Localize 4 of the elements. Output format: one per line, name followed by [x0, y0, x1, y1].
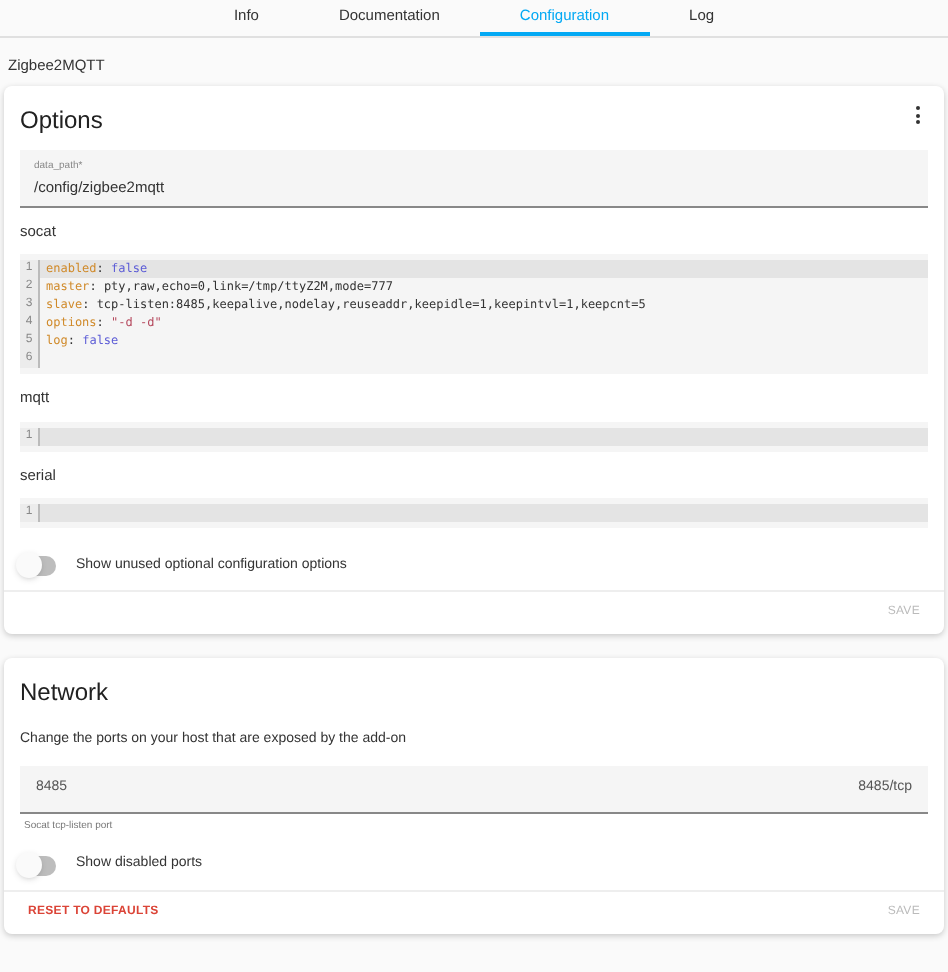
toggle-switch[interactable]	[20, 855, 56, 875]
card-title: Network	[18, 676, 111, 711]
toggle-switch[interactable]	[20, 556, 56, 576]
card-title: Options	[20, 104, 103, 139]
